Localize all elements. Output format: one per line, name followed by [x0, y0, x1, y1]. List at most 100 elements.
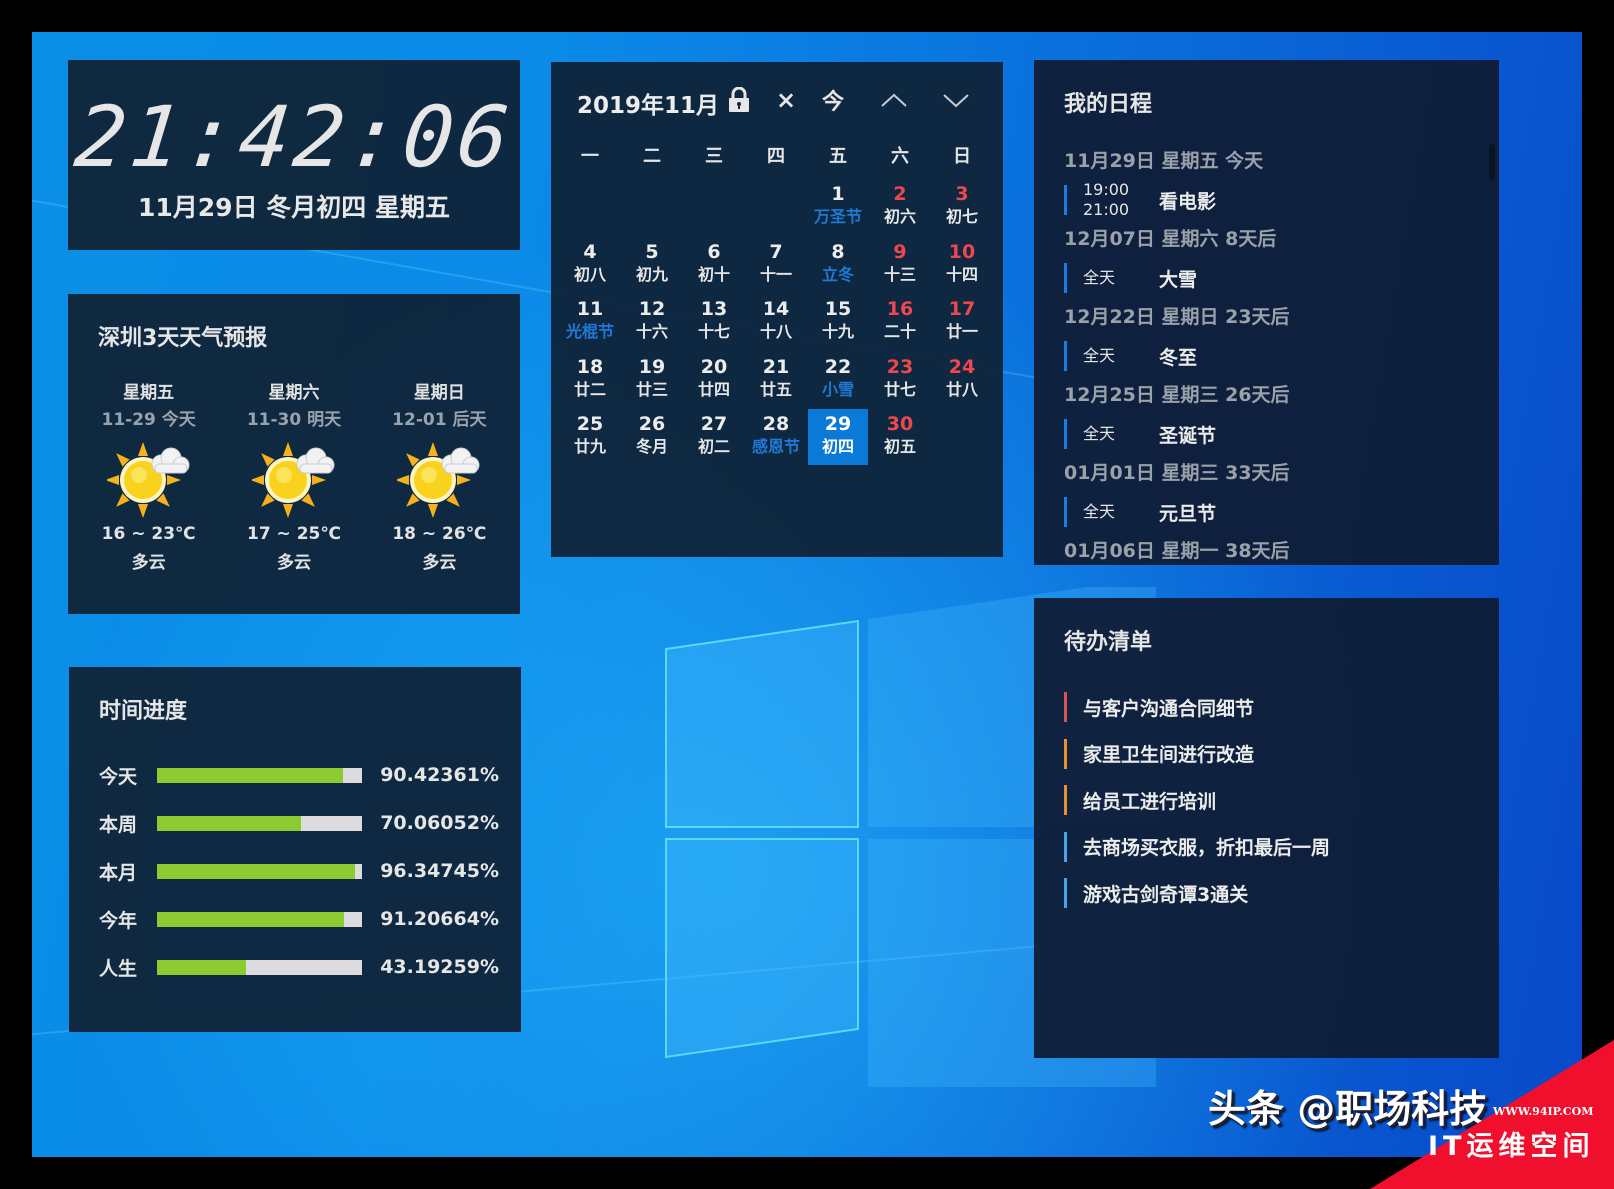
lock-button[interactable] [721, 82, 757, 118]
event-marker [1064, 185, 1067, 215]
todo-item[interactable]: 家里卫生间进行改造 [1064, 731, 1484, 778]
weekday-header: 三 [705, 146, 723, 167]
progress-value: 43.19259% [380, 956, 499, 978]
calendar-day[interactable]: 16 二十 [869, 294, 931, 352]
event-title: 看电影 [1159, 190, 1217, 213]
calendar-empty-cell [559, 179, 621, 237]
calendar-day[interactable]: 15 十九 [807, 294, 869, 352]
weekday-header: 六 [891, 146, 909, 167]
day-number: 26 [638, 413, 666, 435]
day-number: 1 [831, 183, 845, 205]
day-number: 29 [824, 413, 852, 435]
calendar-day[interactable]: 11 光棍节 [559, 294, 621, 352]
calendar-day[interactable]: 27 初二 [683, 409, 745, 467]
calendar-day[interactable]: 3 初七 [931, 179, 993, 237]
calendar-empty-cell [683, 179, 745, 237]
calendar-day[interactable]: 13 十七 [683, 294, 745, 352]
today-label: 今 [821, 90, 844, 115]
lunar-date: 廿八 [945, 379, 978, 399]
calendar-day[interactable]: 17 廿一 [931, 294, 993, 352]
event-marker [1064, 497, 1067, 527]
schedule-event[interactable]: 19:00 21:00 看电影 [1064, 176, 1484, 224]
day-number: 19 [638, 355, 666, 378]
event-time: 全天 [1083, 424, 1116, 443]
schedule-event[interactable]: 全天 大雪 [1064, 254, 1484, 302]
calendar-day[interactable]: 9 十三 [869, 237, 931, 295]
schedule-widget: 我的日程 11月29日 星期五 今天 19:00 21:00 看电影 12月07日 星… [1034, 60, 1499, 565]
event-marker [1064, 419, 1067, 449]
calendar-day[interactable]: 28 感恩节 [745, 409, 807, 467]
forecast-date: 11-29 今天 [101, 410, 196, 430]
calendar-day[interactable]: 6 初十 [683, 237, 745, 295]
todo-item[interactable]: 去商场买衣服，折扣最后一周 [1064, 824, 1484, 871]
calendar-day[interactable]: 14 十八 [745, 294, 807, 352]
day-number: 17 [948, 298, 976, 320]
calendar-day[interactable]: 4 初八 [559, 237, 621, 295]
forecast-weekday: 星期日 [413, 383, 465, 403]
lunar-date: 廿三 [635, 379, 668, 399]
calendar-day[interactable]: 10 十四 [931, 237, 993, 295]
calendar-day[interactable]: 24 廿八 [931, 352, 993, 410]
forecast-condition: 多云 [422, 553, 457, 573]
calendar-day[interactable]: 8 立冬 [807, 237, 869, 295]
lunar-date: 廿一 [945, 322, 978, 341]
progress-row-today: 今天 90.42361% [99, 760, 499, 790]
day-number: 22 [824, 355, 852, 378]
day-number: 20 [700, 355, 728, 378]
day-number: 13 [700, 298, 728, 320]
day-number: 16 [886, 298, 914, 320]
schedule-date-header: 12月25日 星期三 26天后 [1064, 384, 1290, 406]
day-number: 11 [576, 298, 604, 320]
calendar-day[interactable]: 1 万圣节 [807, 179, 869, 237]
calendar-day-today[interactable]: 29 初四 [808, 409, 868, 465]
todo-title: 待办清单 [1064, 630, 1153, 655]
calendar-day[interactable]: 5 初九 [621, 237, 683, 295]
calendar-day[interactable]: 23 廿七 [869, 352, 931, 410]
calendar-day[interactable]: 25 廿九 [559, 409, 621, 467]
todo-item[interactable]: 给员工进行培训 [1064, 777, 1484, 824]
partly-cloudy-icon [395, 440, 481, 518]
progress-bar [156, 959, 363, 975]
schedule-event[interactable]: 全天 冬至 [1064, 332, 1484, 380]
day-number: 9 [893, 240, 907, 263]
calendar-day[interactable]: 22 小雪 [807, 352, 869, 410]
today-button[interactable]: 今 [815, 82, 851, 118]
forecast-day: 星期日 12-01 后天 18 ~ 26℃ 多云 [369, 378, 509, 573]
calendar-day[interactable]: 20 廿四 [683, 352, 745, 410]
todo-item[interactable]: 游戏古剑奇谭3通关 [1064, 870, 1484, 917]
forecast-condition: 多云 [276, 553, 311, 573]
schedule-date-header: 01月01日 星期三 33天后 [1064, 462, 1290, 484]
calendar-day[interactable]: 21 廿五 [745, 352, 807, 410]
event-title: 大雪 [1159, 268, 1198, 291]
calendar-grid: 一二三四五六日 1 万圣节 2 初六 3 初七 4 初八 5 初九 6 初十 7 十一 8 立冬 9 十三 10 十四 1… [559, 142, 993, 467]
calendar-day[interactable]: 12 十六 [621, 294, 683, 352]
day-number: 15 [824, 298, 852, 320]
progress-row-life: 人生 43.19259% [99, 952, 499, 982]
calendar-day[interactable]: 18 廿二 [559, 352, 621, 410]
calendar-month-title: 2019年11月 [577, 93, 720, 119]
lunar-date: 初五 [883, 437, 916, 456]
todo-widget: 待办清单 与客户沟通合同细节 家里卫生间进行改造 给员工进行培训 去商场买衣服，折扣最… [1034, 598, 1499, 1058]
todo-item[interactable]: 与客户沟通合同细节 [1064, 684, 1484, 731]
weekday-header: 二 [643, 146, 661, 167]
lunar-date: 廿五 [759, 379, 792, 399]
close-button[interactable]: × [768, 82, 804, 118]
lunar-date: 初二 [697, 437, 730, 456]
day-number: 21 [762, 355, 790, 378]
prev-month-button[interactable] [876, 82, 912, 118]
calendar-day[interactable]: 7 十一 [745, 237, 807, 295]
schedule-event[interactable]: 全天 元旦节 [1064, 488, 1484, 536]
holiday-label: 小雪 [821, 379, 854, 399]
calendar-day[interactable]: 26 冬月 [621, 409, 683, 467]
calendar-day[interactable]: 2 初六 [869, 179, 931, 237]
calendar-day[interactable]: 30 初五 [869, 409, 931, 467]
chevron-down-icon [943, 94, 969, 108]
schedule-scrollbar[interactable] [1489, 144, 1495, 180]
day-number: 3 [955, 183, 969, 205]
calendar-day[interactable]: 19 廿三 [621, 352, 683, 410]
day-number: 5 [645, 240, 659, 263]
next-month-button[interactable] [938, 82, 974, 118]
schedule-event[interactable]: 全天 圣诞节 [1064, 410, 1484, 458]
progress-row-year: 今年 91.20664% [99, 904, 499, 934]
progress-label: 本周 [99, 813, 138, 836]
